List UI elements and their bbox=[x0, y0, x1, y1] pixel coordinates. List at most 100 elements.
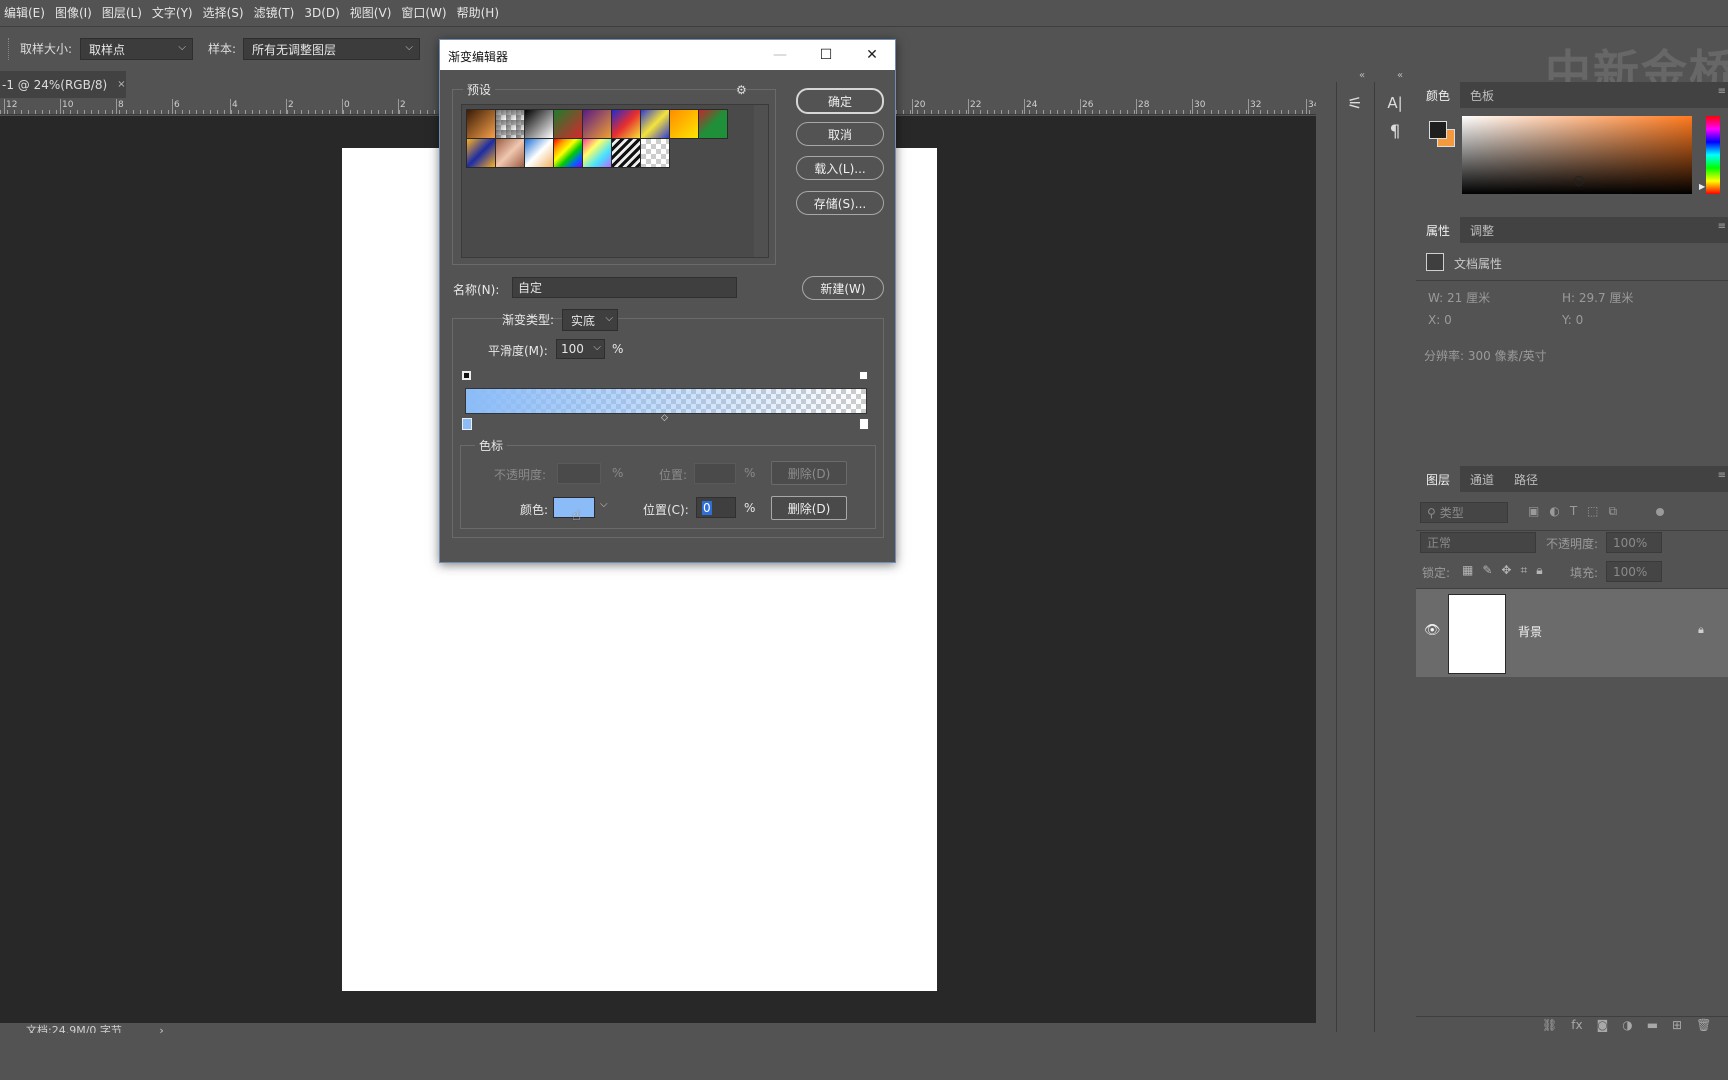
gradient-type-select[interactable]: 实底 ⌵ bbox=[562, 309, 618, 331]
sample-size-select[interactable]: 取样点 ⌵ bbox=[80, 38, 193, 60]
stop-color-location-input[interactable]: 0 bbox=[696, 497, 736, 518]
height-field[interactable]: H: 29.7 厘米 bbox=[1562, 289, 1633, 306]
tab-swatches[interactable]: 色板 bbox=[1460, 82, 1504, 108]
color-stop-left[interactable] bbox=[462, 418, 472, 430]
sample-select[interactable]: 所有无调整图层 ⌵ bbox=[243, 38, 420, 60]
menu-type[interactable]: 文字(Y) bbox=[152, 4, 203, 21]
gradient-preset[interactable] bbox=[466, 109, 496, 139]
menu-view[interactable]: 视图(V) bbox=[350, 4, 402, 21]
menu-help[interactable]: 帮助(H) bbox=[457, 4, 509, 21]
gradient-preset[interactable] bbox=[524, 109, 554, 139]
trash-icon[interactable]: 🗑︎ bbox=[1696, 1018, 1711, 1032]
color-picker-marker[interactable] bbox=[1574, 176, 1584, 186]
delete-color-stop-button[interactable]: 删除(D) bbox=[771, 496, 847, 520]
delete-opacity-stop-button[interactable]: 删除(D) bbox=[771, 461, 847, 485]
collapse-icon[interactable]: « bbox=[1359, 70, 1365, 81]
filter-toggle-icon[interactable] bbox=[1656, 508, 1664, 516]
gradient-preset[interactable] bbox=[611, 109, 641, 139]
tab-channels[interactable]: 通道 bbox=[1460, 466, 1504, 492]
maximize-icon[interactable]: ☐ bbox=[803, 40, 849, 70]
panel-menu-icon[interactable]: ≡ bbox=[1718, 470, 1726, 481]
menu-select[interactable]: 选择(S) bbox=[203, 4, 254, 21]
tab-color[interactable]: 颜色 bbox=[1416, 82, 1461, 108]
image-filter-icon[interactable]: ▣ bbox=[1528, 504, 1539, 519]
gradient-preset[interactable] bbox=[495, 138, 525, 168]
minimize-icon[interactable]: — bbox=[757, 40, 803, 70]
color-field[interactable] bbox=[1462, 116, 1692, 194]
layer-name[interactable]: 背景 bbox=[1518, 623, 1542, 640]
layer-mask-icon[interactable]: ◙ bbox=[1597, 1018, 1609, 1032]
layer-style-icon[interactable]: fx bbox=[1571, 1018, 1582, 1032]
smart-object-filter-icon[interactable]: ⧉ bbox=[1609, 504, 1618, 519]
panel-menu-icon[interactable]: ≡ bbox=[1718, 221, 1726, 232]
fill-input[interactable]: 100% bbox=[1606, 561, 1662, 582]
history-icon[interactable]: ⚟ bbox=[1343, 94, 1367, 114]
adjustment-layer-icon[interactable]: ◑ bbox=[1622, 1018, 1632, 1032]
close-icon[interactable]: × bbox=[117, 79, 125, 90]
stop-opacity-location-input[interactable] bbox=[694, 463, 736, 484]
fg-bg-color-swatch[interactable] bbox=[1426, 118, 1458, 150]
lock-artboard-icon[interactable]: ⌗ bbox=[1520, 563, 1527, 578]
gradient-preset[interactable] bbox=[582, 138, 612, 168]
opacity-stop-right[interactable] bbox=[859, 371, 868, 380]
layer-row[interactable]: 👁︎ 背景 🔒︎ bbox=[1416, 589, 1728, 677]
opacity-input[interactable]: 100% bbox=[1606, 532, 1662, 553]
gradient-preset[interactable] bbox=[582, 109, 612, 139]
midpoint-diamond-icon[interactable]: ◇ bbox=[661, 413, 668, 423]
status-arrow-icon[interactable]: › bbox=[159, 1024, 163, 1033]
stop-opacity-input[interactable] bbox=[557, 463, 601, 484]
document-tab[interactable]: -1 @ 24%(RGB/8) × bbox=[0, 71, 126, 98]
lock-position-icon[interactable]: ✥ bbox=[1501, 563, 1511, 578]
opacity-stop-left[interactable] bbox=[462, 371, 471, 380]
gradient-name-input[interactable]: 自定 bbox=[512, 277, 737, 298]
close-icon[interactable]: ✕ bbox=[849, 40, 895, 70]
visibility-eye-icon[interactable]: 👁︎ bbox=[1424, 623, 1441, 638]
menu-layer[interactable]: 图层(L) bbox=[102, 4, 152, 21]
collapse-icon[interactable]: « bbox=[1397, 70, 1403, 81]
dialog-titlebar[interactable]: 渐变编辑器 — ☐ ✕ bbox=[440, 40, 895, 70]
x-field[interactable]: X: 0 bbox=[1428, 313, 1452, 327]
width-field[interactable]: W: 21 厘米 bbox=[1428, 289, 1490, 306]
link-layers-icon[interactable]: ⛓ bbox=[1542, 1018, 1557, 1032]
new-group-icon[interactable]: ▬ bbox=[1647, 1018, 1658, 1032]
blend-mode-select[interactable]: 正常 bbox=[1420, 532, 1536, 553]
layer-filter-select[interactable]: ⚲ 类型 bbox=[1420, 502, 1508, 523]
menu-edit[interactable]: 编辑(E) bbox=[4, 4, 55, 21]
foreground-color[interactable] bbox=[1429, 121, 1447, 139]
text-filter-icon[interactable]: T bbox=[1570, 504, 1577, 519]
paragraph-icon[interactable]: ¶ bbox=[1383, 122, 1407, 142]
menu-image[interactable]: 图像(I) bbox=[55, 4, 102, 21]
gradient-preset[interactable] bbox=[524, 138, 554, 168]
cancel-button[interactable]: 取消 bbox=[796, 122, 884, 146]
y-field[interactable]: Y: 0 bbox=[1562, 313, 1583, 327]
gradient-preview-bar[interactable] bbox=[465, 388, 867, 414]
character-icon[interactable]: A| bbox=[1383, 94, 1407, 112]
tab-paths[interactable]: 路径 bbox=[1504, 466, 1548, 492]
gradient-preset[interactable] bbox=[640, 109, 670, 139]
lock-image-icon[interactable]: ✎ bbox=[1482, 563, 1492, 578]
ok-button[interactable]: 确定 bbox=[796, 88, 884, 114]
new-layer-icon[interactable]: ⊞ bbox=[1672, 1018, 1682, 1032]
gradient-preset[interactable] bbox=[669, 109, 699, 139]
gradient-preset[interactable] bbox=[495, 109, 525, 139]
hue-slider[interactable] bbox=[1706, 116, 1720, 194]
tab-properties[interactable]: 属性 bbox=[1416, 217, 1461, 243]
gradient-preset[interactable] bbox=[553, 109, 583, 139]
tab-adjustments[interactable]: 调整 bbox=[1460, 217, 1504, 243]
panel-menu-icon[interactable]: ≡ bbox=[1718, 86, 1726, 97]
chevron-down-icon[interactable]: ⌵ bbox=[600, 499, 608, 510]
scrollbar[interactable] bbox=[754, 105, 768, 257]
color-stop-right[interactable] bbox=[859, 418, 869, 430]
gradient-preset[interactable] bbox=[640, 138, 670, 168]
save-button[interactable]: 存储(S)... bbox=[796, 191, 884, 215]
gradient-preset[interactable] bbox=[698, 109, 728, 139]
menu-3d[interactable]: 3D(D) bbox=[304, 6, 349, 20]
preset-list[interactable] bbox=[461, 104, 769, 258]
lock-all-icon[interactable]: 🔒︎ bbox=[1536, 563, 1542, 578]
tab-layers[interactable]: 图层 bbox=[1416, 466, 1461, 492]
smoothness-input[interactable]: 100 ⌵ bbox=[556, 339, 605, 359]
shape-filter-icon[interactable]: ⬚ bbox=[1587, 504, 1598, 519]
gradient-preset[interactable] bbox=[466, 138, 496, 168]
adjustment-filter-icon[interactable]: ◐ bbox=[1549, 504, 1559, 519]
menu-window[interactable]: 窗口(W) bbox=[401, 4, 456, 21]
